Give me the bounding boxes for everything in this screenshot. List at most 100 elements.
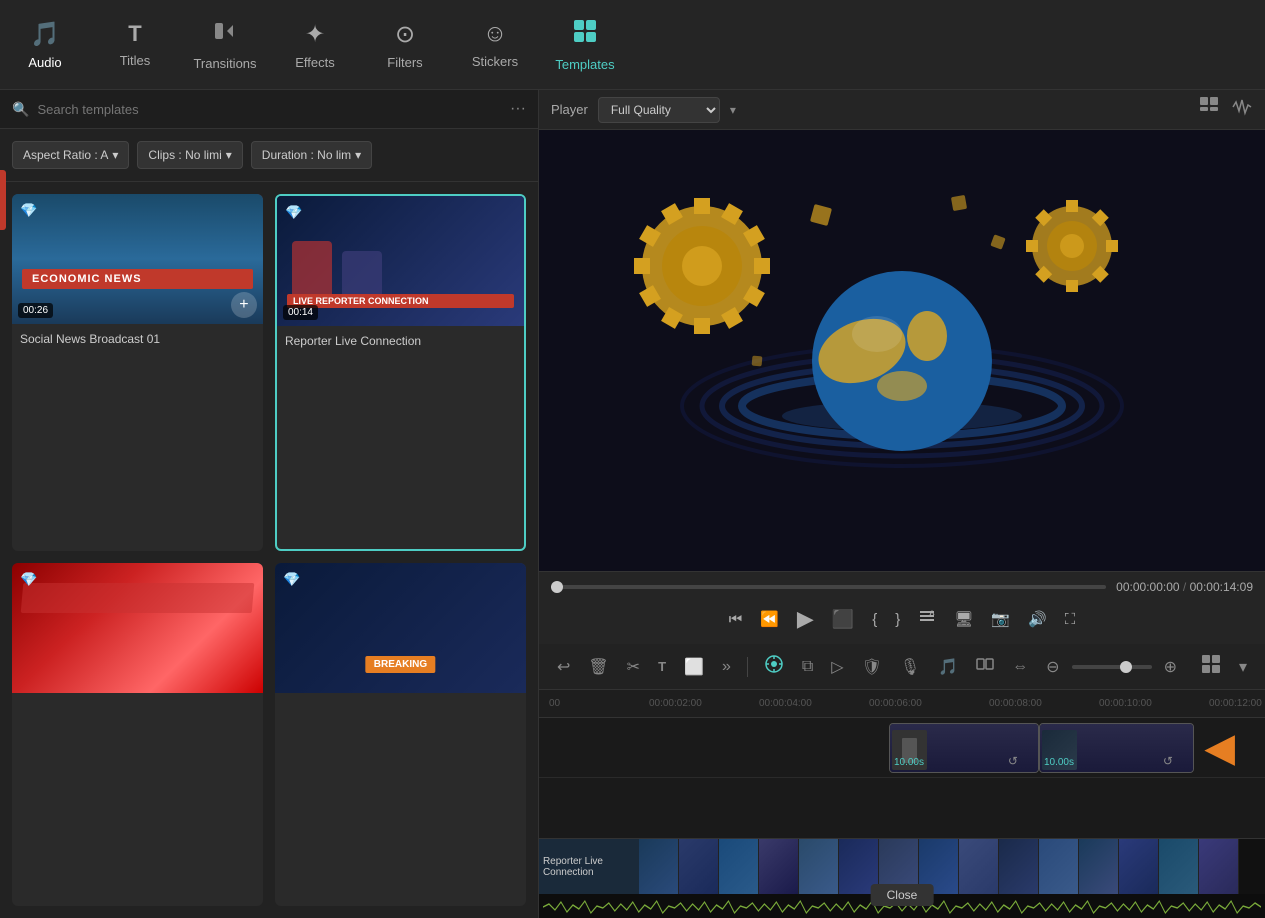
fullscreen-button[interactable]: ⛶ bbox=[1061, 607, 1080, 632]
add-template-1-button[interactable]: + bbox=[231, 292, 257, 318]
clip-1-duration: 10.00s bbox=[894, 757, 924, 768]
player-header-right bbox=[1199, 96, 1253, 123]
stickers-icon: ☺ bbox=[483, 20, 508, 48]
text-button[interactable]: T bbox=[652, 655, 672, 678]
top-nav: 🎵 Audio T Titles Transitions ✦ Effects ⊙… bbox=[0, 0, 1265, 90]
play-button[interactable]: ▶ bbox=[793, 602, 818, 636]
timeline-ruler: 00 00:00:02:00 00:00:04:00 00:00:06:00 0… bbox=[539, 690, 1265, 718]
progress-track[interactable] bbox=[551, 585, 1106, 589]
template-label-1: Social News Broadcast 01 bbox=[12, 324, 263, 354]
search-icon: 🔍 bbox=[12, 101, 29, 118]
waveform-icon[interactable] bbox=[1231, 96, 1253, 123]
clips-filter[interactable]: Clips : No limi ▾ bbox=[137, 141, 242, 169]
template-label-2: Reporter Live Connection bbox=[277, 326, 524, 356]
link-button[interactable]: ⇔ bbox=[1006, 654, 1034, 680]
zoom-in-button[interactable]: ⊕ bbox=[1158, 653, 1183, 681]
skip-back-button[interactable]: ⏮ bbox=[725, 607, 747, 632]
clip-2[interactable]: 10.00s ↺ bbox=[1039, 723, 1194, 773]
zoom-thumb[interactable] bbox=[1120, 661, 1132, 673]
template-label-3 bbox=[12, 693, 263, 713]
template-card-4[interactable]: BREAKING 💎 bbox=[275, 563, 526, 906]
loop-icon-2: ↺ bbox=[1163, 754, 1173, 768]
chevron-down-icon: ▾ bbox=[355, 148, 361, 162]
duration-filter[interactable]: Duration : No lim ▾ bbox=[251, 141, 372, 169]
search-bar: 🔍 ··· bbox=[0, 90, 538, 129]
crop-button[interactable]: ⬜ bbox=[678, 653, 710, 681]
arrow-indicator: ◀ bbox=[1204, 725, 1235, 771]
search-input[interactable] bbox=[37, 102, 502, 117]
template-card-3[interactable]: 💎 bbox=[12, 563, 263, 906]
more-options-btn[interactable]: ▾ bbox=[1233, 653, 1253, 681]
mark-in-button[interactable]: { bbox=[868, 607, 881, 632]
template-label-4 bbox=[275, 693, 526, 713]
nav-titles[interactable]: T Titles bbox=[90, 0, 180, 90]
timeline-toolbar: ↩ 🗑 ✂ T ⬜ » ⧉ ▷ 🛡 🎙 🎵 ⇔ ⊖ ⊕ bbox=[539, 644, 1265, 690]
zoom-out-button[interactable]: ⊖ bbox=[1040, 653, 1065, 681]
ruler-mark-4: 00:00:08:00 bbox=[989, 698, 1042, 709]
preview-area bbox=[539, 130, 1265, 571]
stop-button[interactable]: ⬛ bbox=[828, 605, 858, 634]
ruler-mark-1: 00:00:02:00 bbox=[649, 698, 702, 709]
progress-thumb[interactable] bbox=[551, 581, 563, 593]
nav-audio[interactable]: 🎵 Audio bbox=[0, 0, 90, 90]
grid-view-icon[interactable] bbox=[1199, 96, 1221, 123]
nav-templates[interactable]: Templates bbox=[540, 0, 630, 90]
player-label: Player bbox=[551, 102, 588, 117]
mark-out-button[interactable]: } bbox=[891, 607, 904, 632]
template-thumb-4: BREAKING 💎 bbox=[275, 563, 526, 693]
filters-row: Aspect Ratio : A ▾ Clips : No limi ▾ Dur… bbox=[0, 129, 538, 182]
delete-button[interactable]: 🗑 bbox=[582, 653, 614, 681]
nav-filters[interactable]: ⊙ Filters bbox=[360, 0, 450, 90]
grid-layout-button[interactable] bbox=[1195, 650, 1227, 683]
premium-icon-2: 💎 bbox=[285, 204, 302, 221]
audio-button[interactable]: 🔊 bbox=[1024, 606, 1051, 632]
transitions-icon bbox=[213, 19, 237, 50]
timeline-tracks: 10.00s ↺ 10.00s ↺ bbox=[539, 718, 1265, 838]
breaking-badge: BREAKING bbox=[366, 656, 435, 673]
more-options-button[interactable]: ··· bbox=[510, 100, 526, 118]
mic-button[interactable]: 🎙 bbox=[894, 653, 926, 681]
split-button[interactable] bbox=[970, 651, 1000, 682]
speed-button[interactable]: » bbox=[716, 654, 737, 680]
quality-select[interactable]: Full Quality High Quality Medium Quality bbox=[598, 97, 720, 123]
template-thumb-2: LIVE REPORTER CONNECTION 💎 00:14 bbox=[277, 196, 524, 326]
mask-button[interactable]: 🛡 bbox=[856, 653, 888, 681]
duration-2: 00:14 bbox=[283, 305, 318, 320]
close-button[interactable]: Close bbox=[871, 884, 934, 906]
undo-button[interactable]: ↩ bbox=[551, 653, 576, 681]
templates-grid: ECONOMIC NEWS 💎 00:26 + Social News Broa… bbox=[0, 182, 538, 918]
clip-1[interactable]: 10.00s ↺ bbox=[889, 723, 1039, 773]
filters-icon: ⊙ bbox=[395, 20, 415, 49]
right-panel: Player Full Quality High Quality Medium … bbox=[539, 90, 1265, 918]
frame-back-button[interactable]: ⏪ bbox=[756, 606, 783, 632]
controls-row: ⏮ ⏪ ▶ ⬛ { } 🖥 📷 🔊 ⛶ bbox=[551, 602, 1253, 636]
nav-stickers[interactable]: ☺ Stickers bbox=[450, 0, 540, 90]
gear-top-right bbox=[1026, 200, 1118, 292]
live-badge: LIVE REPORTER CONNECTION bbox=[287, 294, 514, 308]
nav-effects[interactable]: ✦ Effects bbox=[270, 0, 360, 90]
premium-icon-4: 💎 bbox=[283, 571, 300, 588]
ai-button[interactable] bbox=[758, 650, 790, 683]
playback-controls: 00:00:00:00 / 00:00:14:09 ⏮ ⏪ ▶ ⬛ { } 🖥 … bbox=[539, 571, 1265, 644]
chevron-down-icon: ▾ bbox=[226, 148, 232, 162]
camera-button[interactable]: 📷 bbox=[987, 606, 1014, 632]
nav-transitions[interactable]: Transitions bbox=[180, 0, 270, 90]
left-accent bbox=[0, 170, 6, 230]
duration-1: 00:26 bbox=[18, 303, 53, 318]
trim-button[interactable] bbox=[914, 604, 940, 634]
template-card-2[interactable]: LIVE REPORTER CONNECTION 💎 00:14 Reporte… bbox=[275, 194, 526, 551]
monitor-button[interactable]: 🖥 bbox=[950, 606, 977, 632]
audio-icon: 🎵 bbox=[30, 20, 60, 49]
audio-track-button[interactable]: 🎵 bbox=[932, 653, 964, 681]
bottom-track: Reporter Live Connection bbox=[539, 838, 1265, 918]
left-panel: 🔍 ··· Aspect Ratio : A ▾ Clips : No limi… bbox=[0, 90, 539, 918]
template-card-1[interactable]: ECONOMIC NEWS 💎 00:26 + Social News Broa… bbox=[12, 194, 263, 551]
zoom-track[interactable] bbox=[1072, 665, 1152, 669]
overlay-button[interactable]: ▷ bbox=[825, 653, 849, 681]
cut-button[interactable]: ✂ bbox=[621, 653, 646, 681]
ruler-mark-5: 00:00:10:00 bbox=[1099, 698, 1152, 709]
ruler-mark-6: 00:00:12:00 bbox=[1209, 698, 1262, 709]
template-thumb-1: ECONOMIC NEWS 💎 00:26 + bbox=[12, 194, 263, 324]
aspect-ratio-filter[interactable]: Aspect Ratio : A ▾ bbox=[12, 141, 129, 169]
pip-button[interactable]: ⧉ bbox=[796, 654, 819, 680]
